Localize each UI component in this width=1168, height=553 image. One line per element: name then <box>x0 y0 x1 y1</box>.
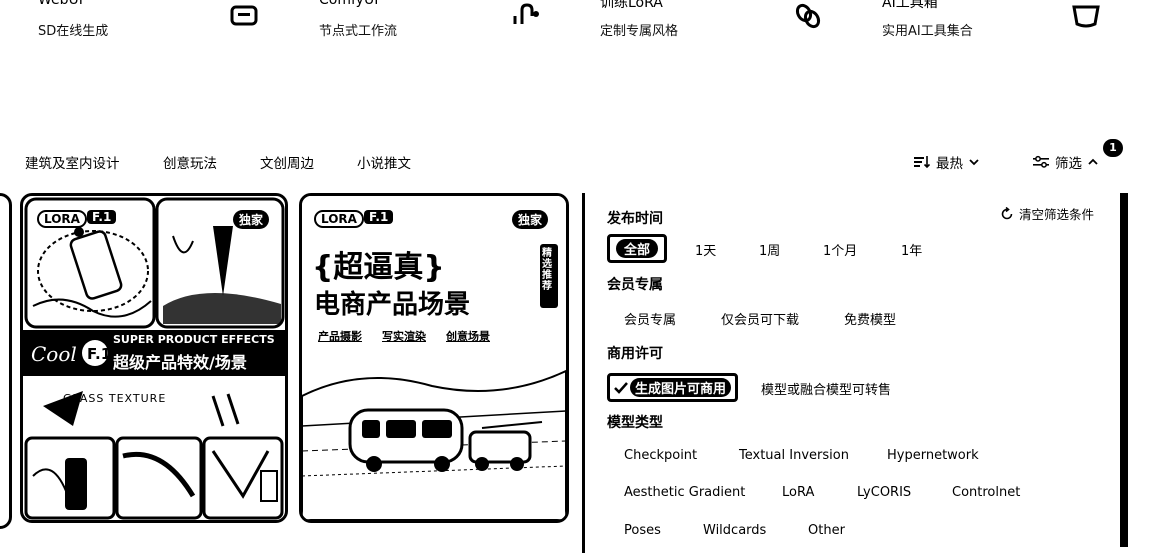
tool-subtitle: 实用AI工具集合 <box>882 24 973 39</box>
tool-title: AI工具箱 <box>882 0 938 11</box>
model-type-option[interactable]: Poses <box>624 523 661 538</box>
side-label: 精选推荐 <box>542 248 552 292</box>
sort-icon <box>914 156 930 169</box>
tool-title: ComfyUI <box>319 0 379 8</box>
clear-filters-button[interactable]: 清空筛选条件 <box>1000 204 1094 223</box>
panel-scrollbar[interactable] <box>1120 193 1128 547</box>
category-tab[interactable]: 小说推文 <box>357 152 411 172</box>
lora-tag: LORA <box>314 210 364 228</box>
filter-label: 筛选 <box>1055 156 1082 172</box>
tool-title: WebUI <box>38 0 83 8</box>
partial-card-edge[interactable] <box>0 193 12 529</box>
banner-chinese: 超级产品特效/场景 <box>113 353 247 372</box>
card-link: 产品摄影 <box>318 330 362 343</box>
category-tab[interactable]: 创意玩法 <box>163 152 217 172</box>
card-link: 创意场景 <box>446 330 490 343</box>
section-title-publish-time: 发布时间 <box>607 211 663 227</box>
time-option-all[interactable]: 全部 <box>607 234 668 263</box>
node-graph-icon <box>513 3 539 24</box>
model-card[interactable]: Cool F.1 LORA F.1 独家 SUPER PRODUCT EFFEC… <box>20 193 288 523</box>
card-subheadline: 电商产品场景 <box>314 290 471 320</box>
card-link: 写实渲染 <box>382 330 426 343</box>
refresh-icon <box>1001 206 1013 219</box>
chevron-up-icon <box>1088 158 1098 165</box>
tool-title: 训练LoRA <box>600 0 663 11</box>
member-option[interactable]: 免费模型 <box>844 309 896 328</box>
filter-sliders-icon <box>1033 155 1049 168</box>
model-type-option[interactable]: Checkpoint <box>624 448 697 463</box>
chevron-down-icon <box>969 159 979 166</box>
clear-filters-label: 清空筛选条件 <box>1019 207 1095 222</box>
sort-label: 最热 <box>936 156 963 172</box>
license-option-commercial[interactable]: 生成图片可商用 <box>607 373 739 402</box>
toolbox-icon <box>1072 5 1100 28</box>
category-tab[interactable]: 建筑及室内设计 <box>25 152 120 172</box>
model-type-option[interactable]: LyCORIS <box>857 485 911 500</box>
license-option[interactable]: 模型或融合模型可转售 <box>761 379 891 398</box>
tool-subtitle: 节点式工作流 <box>319 24 398 39</box>
exclusive-badge: 独家 <box>512 210 549 229</box>
sort-dropdown[interactable]: 最热 <box>914 152 979 172</box>
lora-tag: LORA <box>37 210 87 228</box>
banner-english: SUPER PRODUCT EFFECTS <box>113 333 275 346</box>
link-icon <box>795 3 821 29</box>
model-type-option[interactable]: Wildcards <box>703 523 766 538</box>
model-type-option[interactable]: Aesthetic Gradient <box>624 485 745 500</box>
exclusive-badge: 独家 <box>233 210 270 229</box>
category-tab[interactable]: 文创周边 <box>260 152 314 172</box>
checkmark-icon <box>614 381 628 394</box>
section-title-model-type: 模型类型 <box>607 415 663 431</box>
model-type-option[interactable]: Other <box>808 523 845 538</box>
model-type-option[interactable]: LoRA <box>782 485 814 500</box>
filter-toggle[interactable]: 筛选 <box>1033 152 1098 172</box>
model-type-option[interactable]: Hypernetwork <box>887 448 979 463</box>
monitor-icon <box>230 5 258 26</box>
model-version-tag: F.1 <box>87 210 117 224</box>
model-type-option[interactable]: Textual Inversion <box>739 448 849 463</box>
svg-text:F.1: F.1 <box>87 345 111 363</box>
time-option[interactable]: 1天 <box>695 240 716 259</box>
time-option-label: 全部 <box>616 239 659 258</box>
card-headline: {超逼真} <box>312 250 445 285</box>
tool-subtitle: SD在线生成 <box>38 24 109 39</box>
filter-count-badge: 1 <box>1103 139 1123 157</box>
texture-label: GLASS TEXTURE <box>63 392 167 405</box>
member-option[interactable]: 会员专属 <box>624 309 676 328</box>
time-option[interactable]: 1周 <box>759 240 780 259</box>
member-option[interactable]: 仅会员可下载 <box>721 309 799 328</box>
model-card[interactable]: LORA F.1 独家 {超逼真} 电商产品场景 产品摄影 写实渲染 创意场景 … <box>299 193 569 523</box>
time-option[interactable]: 1个月 <box>823 240 857 259</box>
tool-subtitle: 定制专属风格 <box>600 24 679 39</box>
section-title-member: 会员专属 <box>607 277 663 293</box>
license-option-label: 生成图片可商用 <box>630 378 732 397</box>
svg-text:Cool: Cool <box>31 342 77 366</box>
time-option[interactable]: 1年 <box>901 240 922 259</box>
model-version-tag: F.1 <box>364 210 394 224</box>
section-title-license: 商用许可 <box>607 346 663 362</box>
model-type-option[interactable]: Controlnet <box>952 485 1020 500</box>
